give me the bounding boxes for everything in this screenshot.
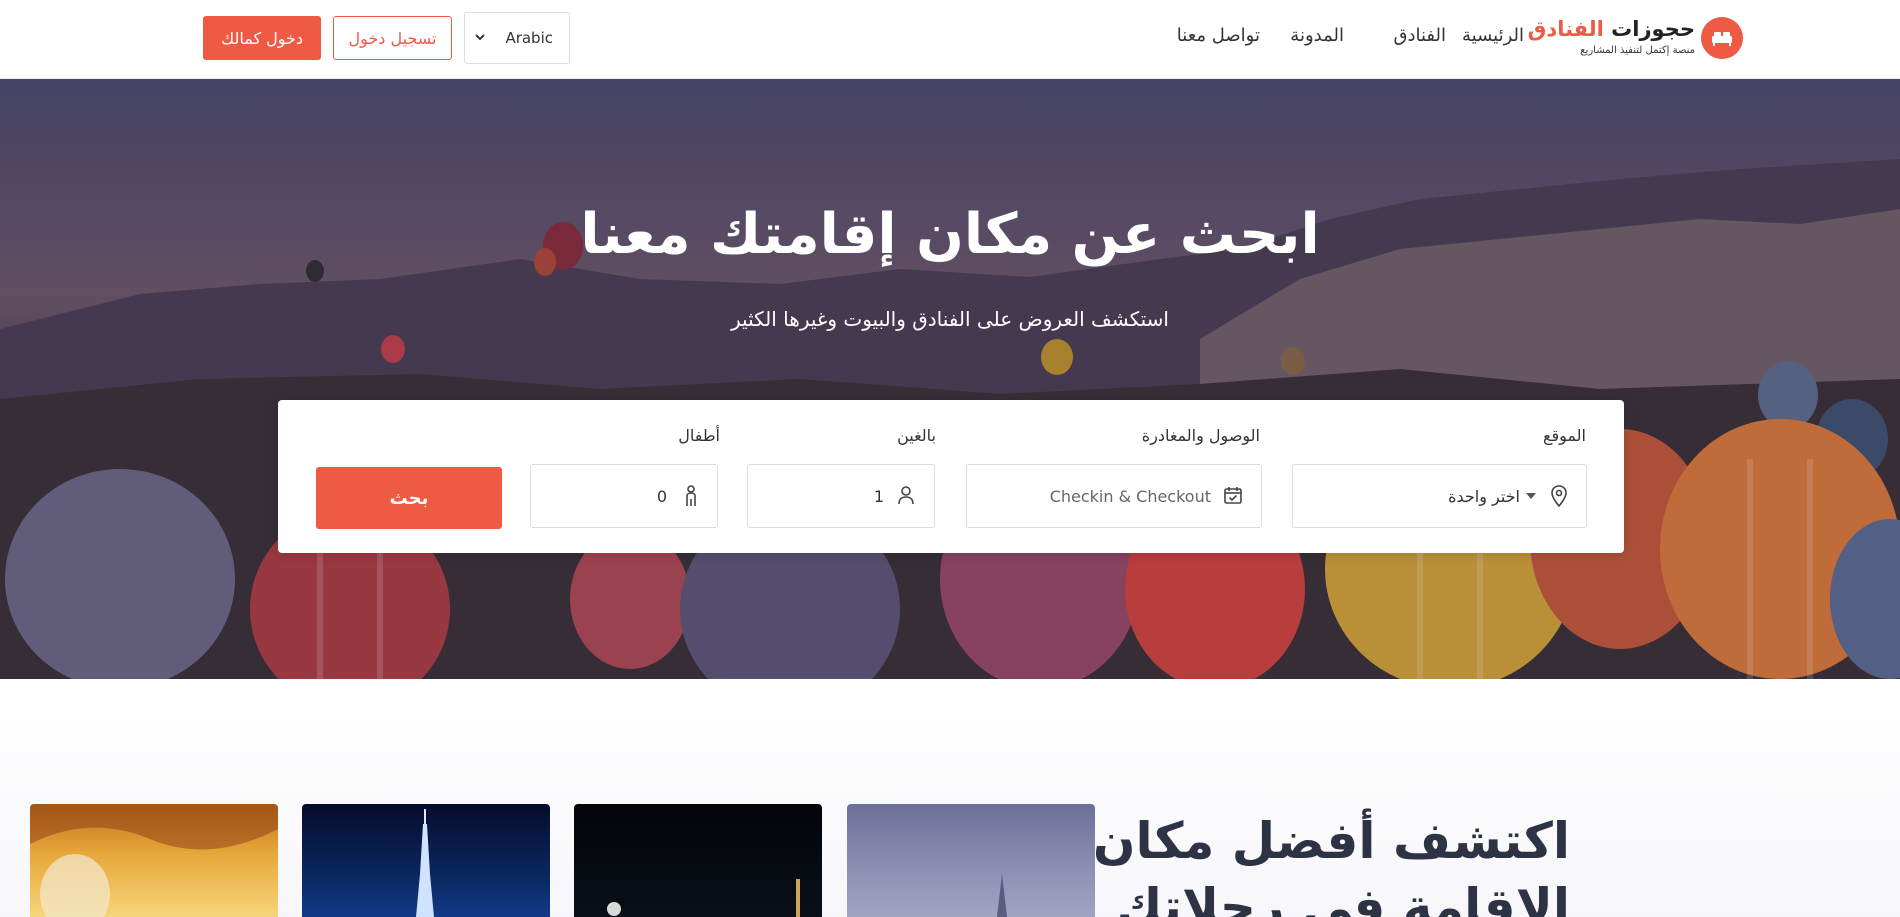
register-button[interactable]: تسجيل دخول: [333, 16, 452, 60]
logo-title-accent: الفنادق: [1527, 17, 1604, 41]
bed-icon: [1701, 17, 1743, 59]
destination-card-picture: [30, 804, 278, 917]
checkin-checkout-placeholder: Checkin & Checkout: [1049, 487, 1211, 506]
hero-banner: ابحث عن مكان إقامتك معنا استكشف العروض ع…: [0, 79, 1900, 679]
hero-subtitle: استكشف العروض على الفنادق والبيوت وغيرها…: [731, 307, 1169, 331]
search-button[interactable]: بحث: [316, 467, 502, 529]
destination-card-image[interactable]: [574, 804, 822, 917]
nav-link-contact[interactable]: تواصل معنا: [1177, 25, 1260, 46]
hero-background-image: [0, 79, 1900, 679]
section-title: اكتشف أفضل مكان الإقامة في رحلاتك: [1070, 808, 1570, 917]
site-header: حجوزات الفنادق منصة إكتمل لتنفيذ المشاري…: [0, 0, 1900, 79]
destination-card-image[interactable]: [302, 804, 550, 917]
destination-card-picture: [416, 809, 434, 917]
search-panel: الموقع اختر واحدة الوصول والمغادرة Check…: [278, 400, 1624, 553]
children-value: 0: [656, 487, 667, 506]
adults-value: 1: [873, 487, 884, 506]
adults-field[interactable]: 1: [747, 464, 935, 528]
nav-link-hotels[interactable]: الفنادق: [1394, 25, 1447, 46]
location-label: الموقع: [1543, 426, 1586, 445]
adults-label: بالغين: [897, 426, 936, 445]
logo-title-main: حجوزات: [1611, 17, 1695, 41]
calendar-icon: [1223, 485, 1243, 509]
hero-title: ابحث عن مكان إقامتك معنا: [580, 202, 1320, 267]
dates-label: الوصول والمغادرة: [1141, 426, 1260, 445]
user-icon: [896, 485, 916, 509]
nav-link-home[interactable]: الرئيسية: [1462, 25, 1524, 46]
destination-card-picture: [997, 874, 1007, 917]
logo-title: حجوزات الفنادق: [1528, 17, 1695, 41]
map-pin-icon: [1550, 485, 1568, 511]
logo-subtitle: منصة إكتمل لتنفيذ المشاريع: [1580, 45, 1695, 56]
destination-card-image[interactable]: [30, 804, 278, 917]
child-icon: [683, 485, 699, 511]
language-select[interactable]: Arabic: [464, 12, 570, 64]
children-field[interactable]: 0: [530, 464, 718, 528]
children-label: أطفال: [678, 426, 720, 445]
location-select-value: اختر واحدة: [1448, 487, 1520, 506]
site-logo[interactable]: حجوزات الفنادق منصة إكتمل لتنفيذ المشاري…: [1528, 15, 1743, 63]
nav-link-blog[interactable]: المدونة: [1290, 25, 1344, 46]
checkin-checkout-field[interactable]: Checkin & Checkout: [966, 464, 1262, 528]
owner-login-button[interactable]: دخول كمالك: [203, 16, 321, 60]
section-title-line-2: الإقامة في رحلاتك: [1116, 878, 1570, 917]
section-title-line-1: اكتشف أفضل مكان: [1092, 812, 1570, 870]
caret-down-icon: [1526, 493, 1536, 499]
language-select-value: Arabic: [505, 29, 553, 47]
destination-card-image[interactable]: [847, 804, 1095, 917]
destination-card-picture: [607, 879, 800, 917]
location-select[interactable]: اختر واحدة: [1292, 464, 1587, 528]
chevron-down-icon: [473, 30, 487, 48]
